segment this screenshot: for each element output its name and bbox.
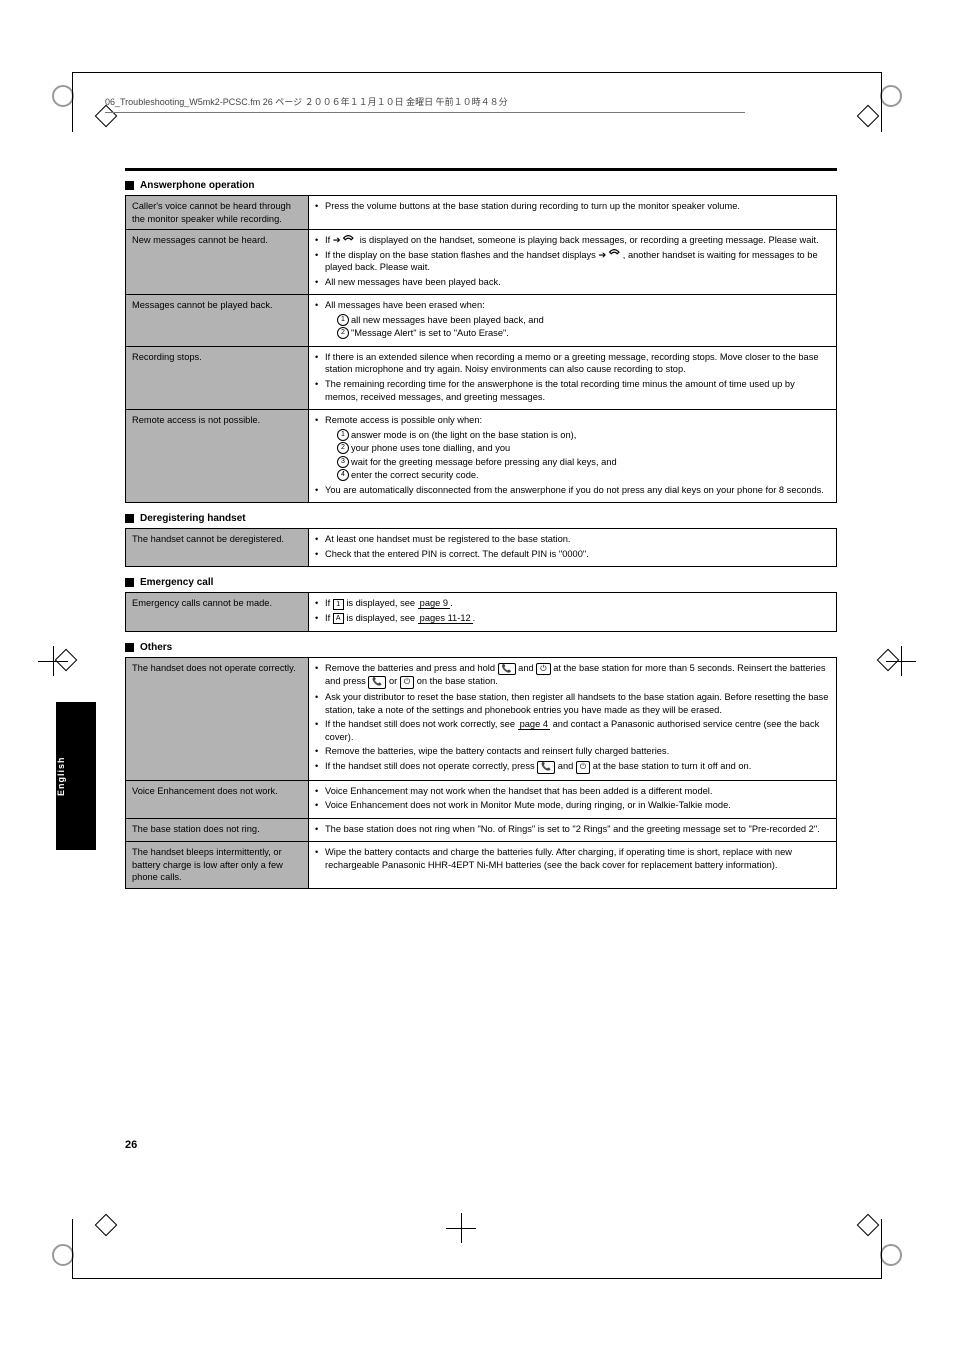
table-row: Caller's voice cannot be heard through t… xyxy=(126,196,837,230)
problem-label: The handset bleeps intermittently, or ba… xyxy=(126,842,309,889)
problem-label: Voice Enhancement does not work. xyxy=(126,780,309,818)
problem-label: Caller's voice cannot be heard through t… xyxy=(126,196,309,230)
solution-cell: All messages have been erased when:all n… xyxy=(309,295,837,347)
problem-label: The handset cannot be deregistered. xyxy=(126,529,309,567)
troubleshooting-table: The handset cannot be deregistered.At le… xyxy=(125,528,837,567)
problem-label: The handset does not operate correctly. xyxy=(126,657,309,780)
problem-label: The base station does not ring. xyxy=(126,818,309,842)
solution-cell: If 1 is displayed, see page 9.If A is di… xyxy=(309,593,837,631)
section-heading: Answerphone operation xyxy=(125,180,837,191)
print-header: 06_Troubleshooting_W5mk2-PCSC.fm 26 ページ … xyxy=(105,95,745,113)
solution-cell: Wipe the battery contacts and charge the… xyxy=(309,842,837,889)
table-row: Messages cannot be played back.All messa… xyxy=(126,295,837,347)
main-content: Answerphone operation Caller's voice cann… xyxy=(125,170,837,889)
table-row: Remote access is not possible.Remote acc… xyxy=(126,410,837,503)
solution-cell: Remote access is possible only when:answ… xyxy=(309,410,837,503)
problem-label: New messages cannot be heard. xyxy=(126,230,309,295)
problem-label: Messages cannot be played back. xyxy=(126,295,309,347)
troubleshooting-table: The handset does not operate correctly.R… xyxy=(125,657,837,889)
problem-label: Emergency calls cannot be made. xyxy=(126,593,309,631)
solution-cell: If ➔ is displayed on the handset, someon… xyxy=(309,230,837,295)
table-row: Emergency calls cannot be made.If 1 is d… xyxy=(126,593,837,631)
table-row: The handset bleeps intermittently, or ba… xyxy=(126,842,837,889)
section-heading: Others xyxy=(125,642,837,653)
section-heading: Emergency call xyxy=(125,577,837,588)
solution-cell: Press the volume buttons at the base sta… xyxy=(309,196,837,230)
problem-label: Recording stops. xyxy=(126,346,309,409)
problem-label: Remote access is not possible. xyxy=(126,410,309,503)
page-number: 26 xyxy=(125,1139,137,1151)
solution-cell: Remove the batteries and press and hold … xyxy=(309,657,837,780)
table-row: Recording stops.If there is an extended … xyxy=(126,346,837,409)
solution-cell: Voice Enhancement may not work when the … xyxy=(309,780,837,818)
language-tab: English xyxy=(56,702,96,850)
table-row: New messages cannot be heard.If ➔ is dis… xyxy=(126,230,837,295)
table-row: The handset does not operate correctly.R… xyxy=(126,657,837,780)
table-row: The handset cannot be deregistered.At le… xyxy=(126,529,837,567)
troubleshooting-table: Emergency calls cannot be made.If 1 is d… xyxy=(125,592,837,631)
solution-cell: The base station does not ring when "No.… xyxy=(309,818,837,842)
solution-cell: If there is an extended silence when rec… xyxy=(309,346,837,409)
troubleshooting-table: Caller's voice cannot be heard through t… xyxy=(125,195,837,503)
table-row: Voice Enhancement does not work.Voice En… xyxy=(126,780,837,818)
table-row: The base station does not ring.The base … xyxy=(126,818,837,842)
solution-cell: At least one handset must be registered … xyxy=(309,529,837,567)
section-heading: Deregistering handset xyxy=(125,513,837,524)
